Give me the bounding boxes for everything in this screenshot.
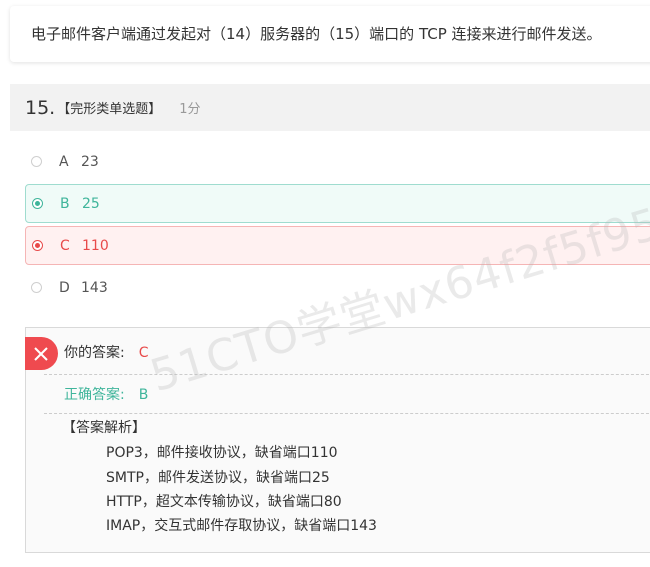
radio-icon[interactable] bbox=[31, 282, 42, 293]
question-type: 【完形类单选题】 bbox=[57, 102, 162, 117]
answer-panel: 你的答案: C 正确答案: B 【答案解析】 POP3，邮件接收协议，缺省端口110… bbox=[25, 327, 650, 553]
option-a[interactable]: A 23 bbox=[25, 142, 650, 181]
radio-icon[interactable] bbox=[31, 156, 42, 167]
your-answer-value: C bbox=[138, 345, 149, 361]
option-letter: C bbox=[60, 237, 70, 254]
radio-selected-icon[interactable] bbox=[32, 198, 43, 209]
analysis-line: IMAP，交互式邮件存取协议，缺省端口143 bbox=[106, 518, 377, 534]
divider bbox=[44, 413, 650, 414]
option-text: 23 bbox=[81, 153, 99, 170]
option-letter: A bbox=[59, 153, 69, 170]
wrong-badge bbox=[25, 337, 58, 370]
option-text: 110 bbox=[82, 237, 109, 254]
question-number: 15. bbox=[25, 96, 56, 119]
option-letter: B bbox=[60, 195, 70, 212]
radio-selected-icon[interactable] bbox=[32, 240, 43, 251]
correct-answer-value: B bbox=[138, 387, 149, 403]
option-text: 25 bbox=[82, 195, 100, 212]
your-answer: 你的答案: C bbox=[64, 342, 149, 362]
analysis-line: SMTP，邮件发送协议，缺省端口25 bbox=[106, 470, 330, 486]
analysis-title: 【答案解析】 bbox=[62, 420, 146, 436]
question-score: 1分 bbox=[179, 102, 201, 117]
option-d[interactable]: D 143 bbox=[25, 268, 650, 307]
option-letter: D bbox=[59, 279, 70, 296]
option-text: 143 bbox=[81, 279, 108, 296]
question-page: 电子邮件客户端通过发起对（14）服务器的（15）端口的 TCP 连接来进行邮件发… bbox=[0, 0, 650, 567]
correct-answer-label: 正确答案: bbox=[64, 387, 125, 403]
correct-answer: 正确答案: B bbox=[64, 384, 148, 404]
close-icon bbox=[34, 347, 48, 361]
option-c[interactable]: C 110 bbox=[25, 226, 650, 265]
analysis-line: POP3，邮件接收协议，缺省端口110 bbox=[106, 445, 338, 461]
divider bbox=[44, 374, 650, 375]
question-stem-text: 电子邮件客户端通过发起对（14）服务器的（15）端口的 TCP 连接来进行邮件发… bbox=[31, 25, 602, 43]
analysis-line: HTTP，超文本传输协议，缺省端口80 bbox=[106, 494, 342, 510]
your-answer-label: 你的答案: bbox=[64, 345, 125, 361]
option-b[interactable]: B 25 bbox=[25, 184, 650, 223]
question-header: 15. 【完形类单选题】 1分 bbox=[10, 84, 650, 131]
question-stem: 电子邮件客户端通过发起对（14）服务器的（15）端口的 TCP 连接来进行邮件发… bbox=[10, 6, 650, 62]
